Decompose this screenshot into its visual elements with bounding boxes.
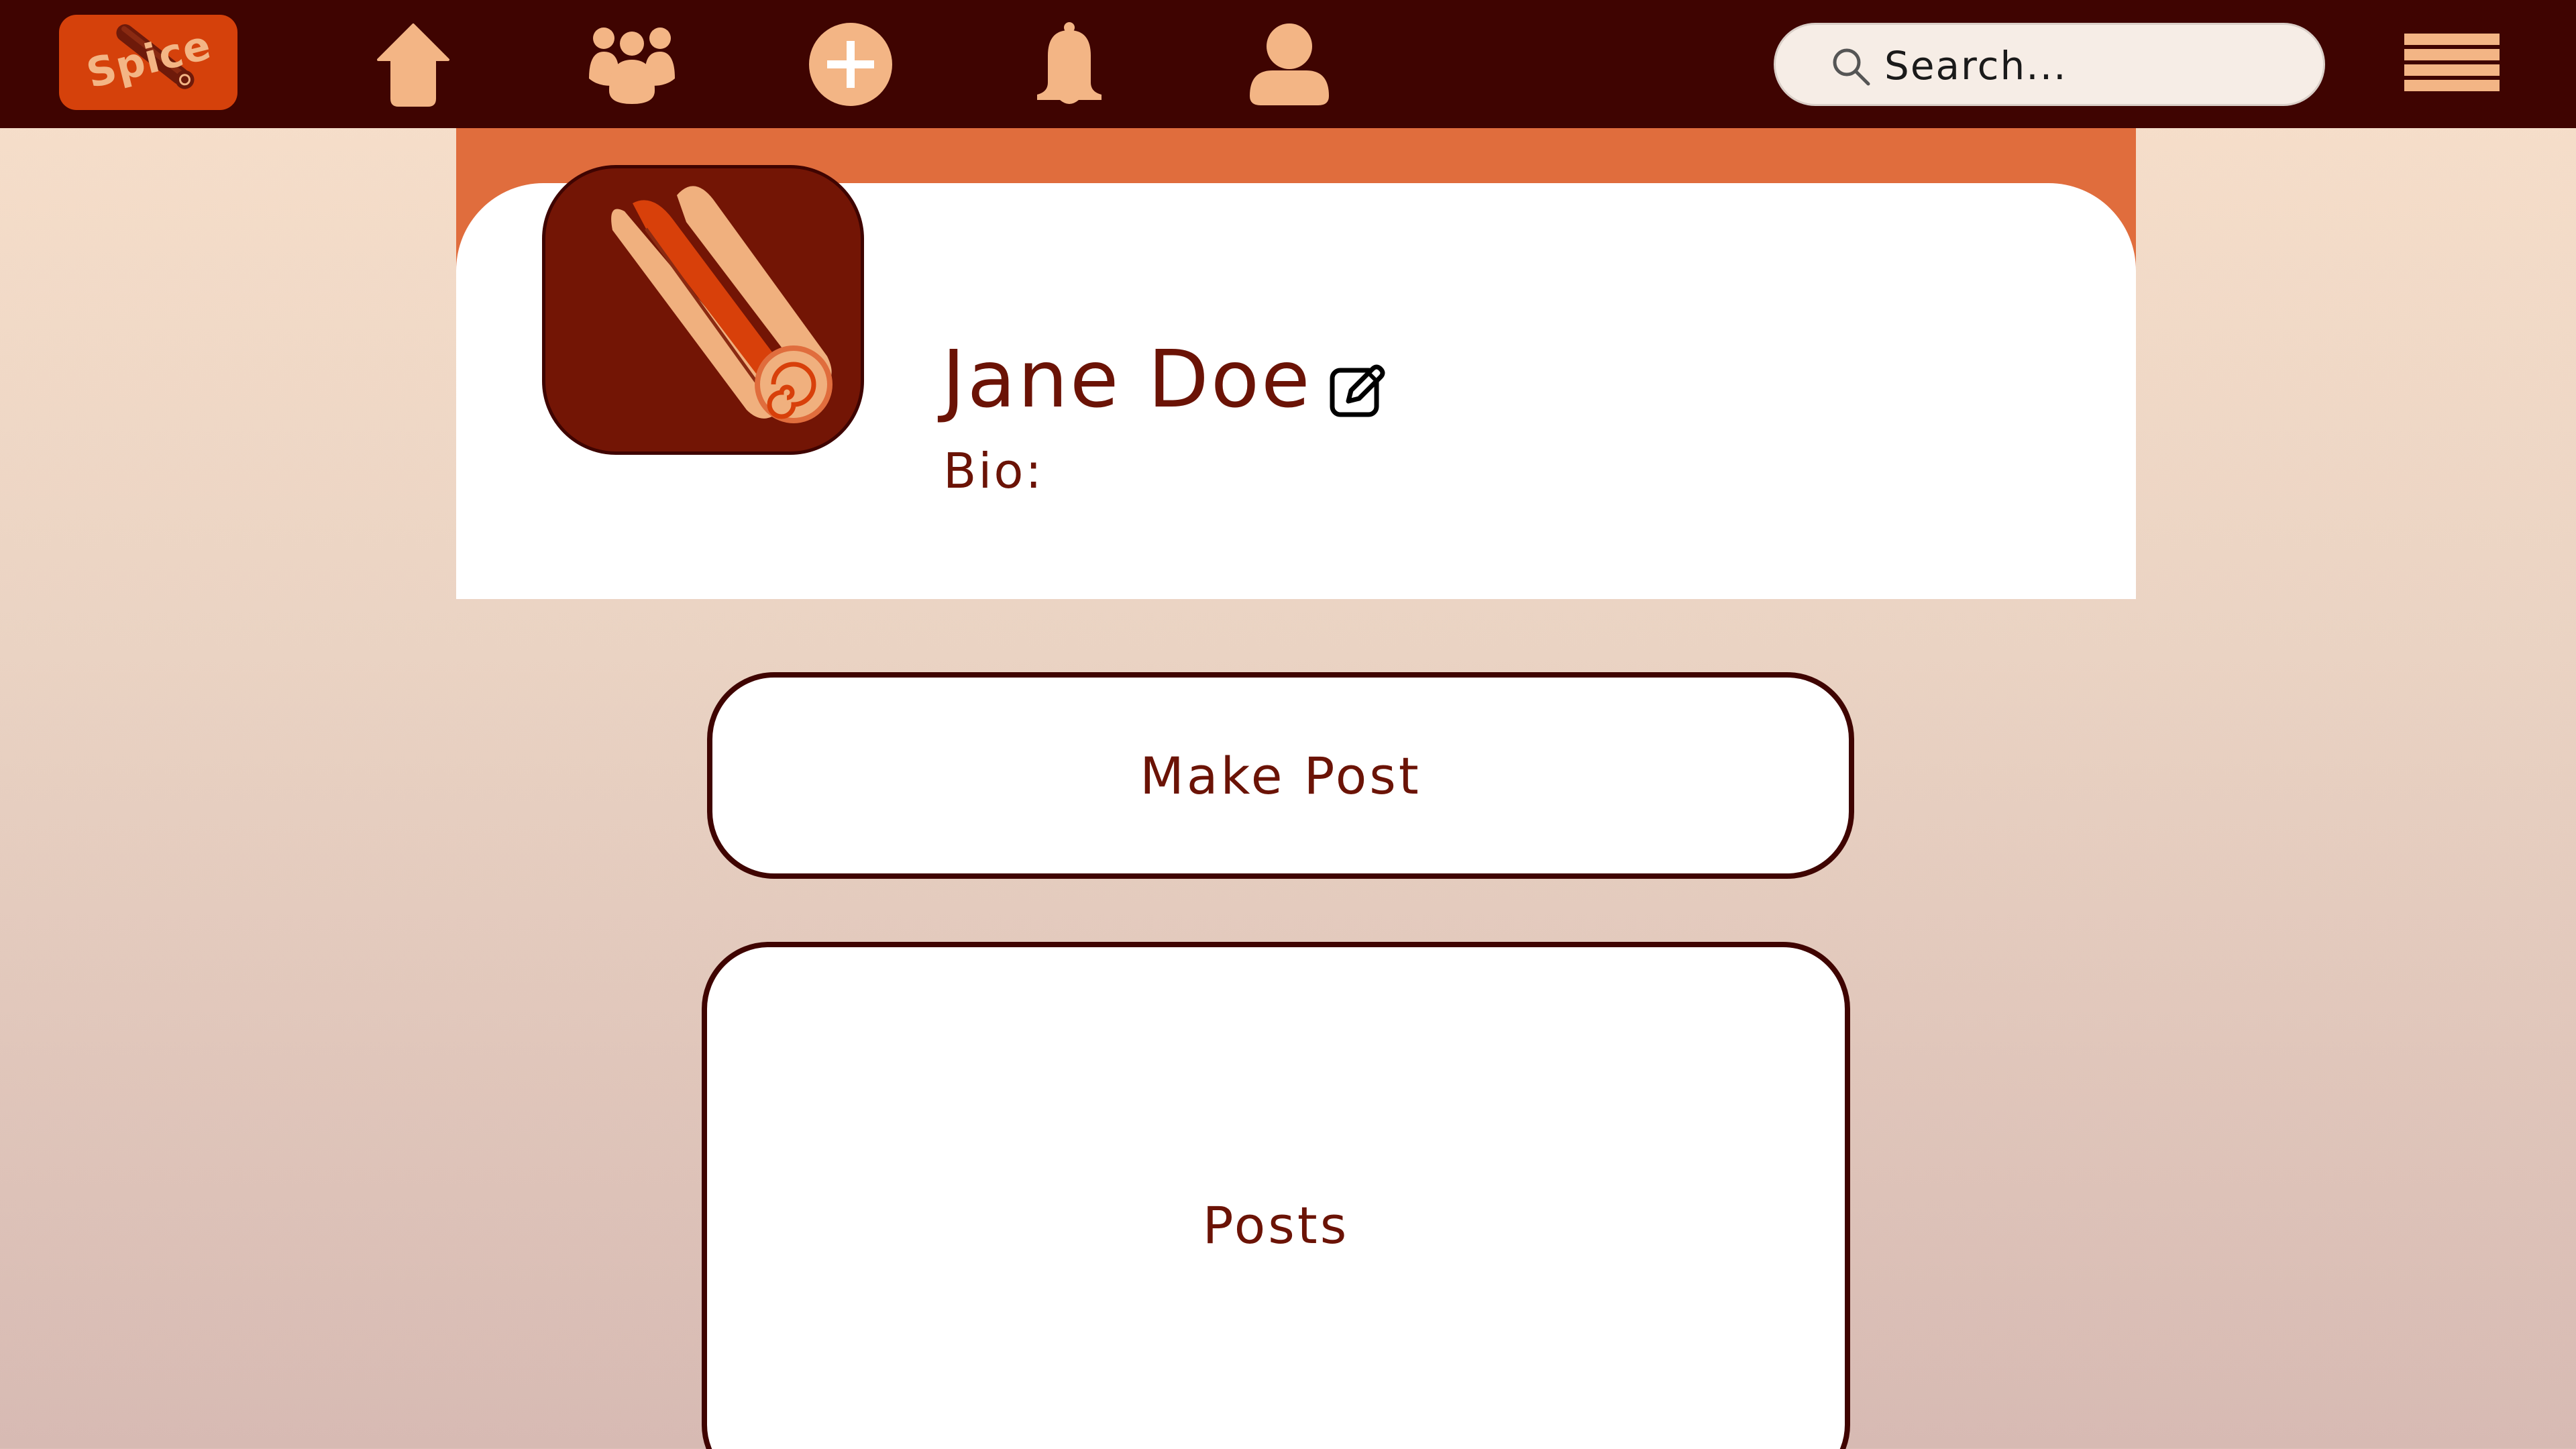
- nav-create-post[interactable]: [804, 17, 898, 111]
- posts-panel: Posts: [702, 942, 1850, 1449]
- search-icon: [1833, 48, 1870, 86]
- make-post-button[interactable]: Make Post: [707, 672, 1854, 879]
- posts-label: Posts: [1202, 1195, 1350, 1255]
- profile-avatar[interactable]: [542, 165, 864, 455]
- search-box[interactable]: [1774, 23, 2325, 106]
- people-icon: [589, 28, 675, 104]
- hamburger-menu-icon[interactable]: [2396, 30, 2504, 99]
- plus-icon: [809, 23, 892, 106]
- profile-name: Jane Doe: [942, 333, 1312, 425]
- user-icon: [1250, 23, 1329, 105]
- cinnamon-stick-icon: [611, 186, 833, 423]
- home-icon: [377, 23, 449, 107]
- search-input[interactable]: [1883, 37, 2288, 95]
- nav-home[interactable]: [366, 17, 460, 111]
- edit-icon[interactable]: [1328, 360, 1389, 420]
- top-navbar: Spice: [0, 0, 2576, 128]
- nav-profile[interactable]: [1242, 17, 1336, 111]
- menu-bar: [2404, 80, 2500, 91]
- bio-label: Bio:: [943, 443, 1044, 499]
- nav-groups[interactable]: [585, 17, 679, 111]
- menu-bar: [2404, 34, 2500, 45]
- bell-icon: [1037, 22, 1102, 104]
- nav-notifications[interactable]: [1022, 17, 1116, 111]
- menu-bar: [2404, 64, 2500, 76]
- app-logo[interactable]: Spice: [59, 15, 237, 110]
- menu-bar: [2404, 49, 2500, 60]
